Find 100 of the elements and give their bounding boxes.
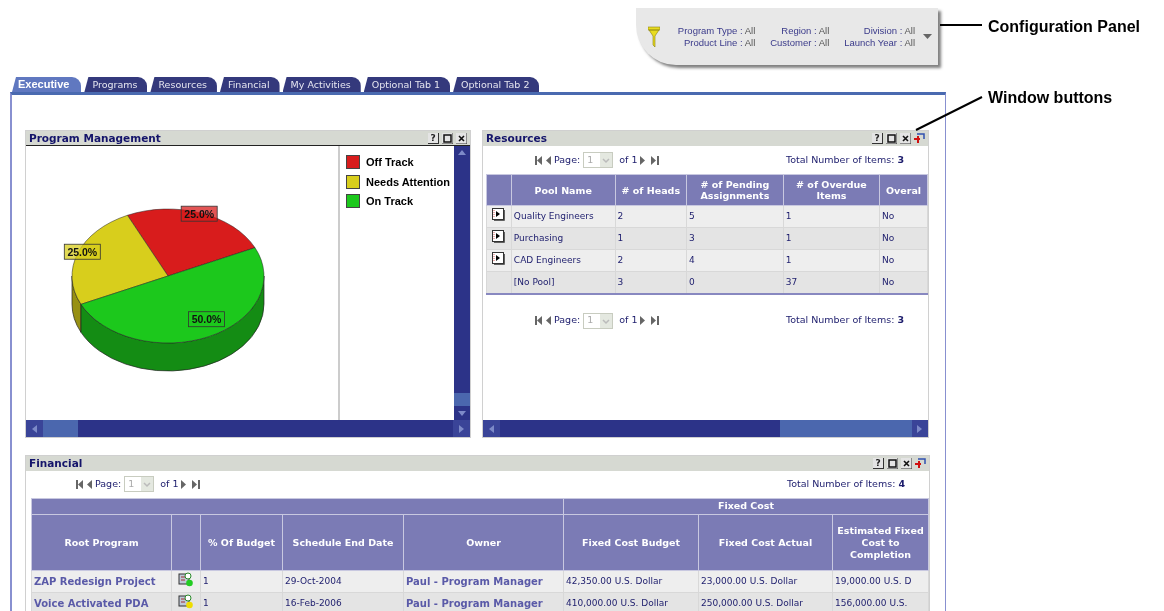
next-page-icon[interactable]	[181, 479, 187, 489]
scroll-right-icon[interactable]	[917, 424, 922, 433]
table-cell: Quality Engineers	[511, 205, 616, 228]
close-icon[interactable]	[900, 133, 911, 144]
filter-value: Customer : All	[769, 36, 830, 49]
table-cell: CAD Engineers	[511, 249, 616, 272]
column-header: Fixed Cost Budget	[563, 514, 699, 571]
vertical-scrollbar[interactable]	[454, 146, 470, 420]
value-label: 50.0%	[188, 311, 225, 328]
close-icon[interactable]	[901, 458, 912, 469]
filter-value: Launch Year : All	[843, 36, 915, 49]
table-cell: 37	[783, 271, 880, 294]
dropdown-caret-icon	[600, 153, 613, 167]
horizontal-scrollbar[interactable]	[483, 420, 928, 437]
column-header: Overal	[879, 174, 928, 206]
dropdown-caret-icon	[600, 313, 613, 328]
previous-page-icon[interactable]	[87, 479, 92, 489]
table-cell: 3	[615, 271, 687, 294]
filter-value: Division : All	[862, 24, 915, 37]
filter-value: Product Line : All	[683, 36, 756, 49]
scrollbar-thumb[interactable]	[43, 420, 78, 437]
last-page-icon[interactable]	[192, 479, 201, 489]
page-count: of 1	[619, 152, 638, 167]
previous-page-icon[interactable]	[546, 316, 551, 325]
dropdown-caret-icon[interactable]	[923, 34, 932, 39]
table-cell: 4	[686, 249, 784, 272]
total-items: Total Number of Items: 3	[786, 152, 904, 167]
column-header: # of Pending Assignments	[686, 174, 784, 206]
table-cell: 0	[686, 271, 784, 294]
table-cell: 29-Oct-2004	[282, 570, 404, 593]
table-cell: Purchasing	[511, 227, 616, 250]
next-page-icon[interactable]	[640, 155, 646, 165]
table-cell: 1	[783, 249, 880, 272]
filter-icon	[648, 25, 660, 48]
table-cell: 2	[615, 249, 687, 272]
scroll-left-icon[interactable]	[32, 424, 37, 433]
tab[interactable]: Optional Tab 2	[453, 77, 540, 92]
legend-label: Needs Attention	[366, 174, 450, 190]
panel-title: Financial	[29, 458, 83, 469]
configuration-panel[interactable]: Program Type : All Region : All Division : All Product Line : All Customer : All Launch Year : All	[636, 8, 938, 65]
table-cell: 5	[686, 205, 784, 228]
column-header: % Of Budget	[200, 514, 283, 571]
table-cell: 19,000.00 U.S. D	[832, 570, 929, 593]
next-page-icon[interactable]	[640, 316, 646, 325]
table-cell: 2	[615, 205, 687, 228]
page-count: of 1	[160, 476, 179, 491]
table-cell: No	[879, 249, 928, 272]
value-label: 25.0%	[63, 243, 101, 260]
maximize-icon[interactable]	[886, 133, 897, 144]
scroll-up-icon[interactable]	[458, 149, 466, 155]
details-icon[interactable]	[492, 207, 506, 221]
tab[interactable]: Financial	[219, 77, 280, 92]
help-button[interactable]: ?	[428, 132, 439, 144]
data-label: 25.0%	[67, 245, 98, 258]
column-header: Fixed Cost Actual	[698, 514, 833, 571]
scrollbar-thumb[interactable]	[780, 420, 912, 437]
legend-label: Off Track	[366, 155, 414, 170]
tab[interactable]: My Activities	[282, 77, 361, 92]
tab[interactable]: Executive	[12, 77, 82, 92]
scroll-down-icon[interactable]	[458, 410, 466, 416]
tab[interactable]: Optional Tab 1	[363, 77, 451, 92]
page-label: Page:	[554, 313, 581, 328]
last-page-icon[interactable]	[651, 316, 660, 325]
maximize-icon[interactable]	[887, 458, 898, 469]
column-header: # of Heads	[615, 174, 687, 206]
maximize-icon[interactable]	[442, 132, 453, 144]
dropdown-caret-icon	[141, 477, 154, 491]
panel-title: Program Management	[29, 132, 161, 144]
details-icon[interactable]	[492, 251, 506, 265]
pin-icon[interactable]	[914, 133, 925, 144]
help-button[interactable]: ?	[872, 133, 883, 144]
table-cell: 1	[615, 227, 687, 250]
leader-line	[939, 24, 983, 26]
column-header: # of Overdue Items	[783, 174, 880, 206]
scrollbar-thumb[interactable]	[454, 393, 470, 406]
scroll-right-icon[interactable]	[459, 424, 464, 433]
pin-icon[interactable]	[915, 458, 926, 469]
total-items: Total Number of Items: 3	[786, 313, 904, 328]
page-label: Page:	[554, 152, 581, 167]
first-page-icon[interactable]	[535, 155, 543, 165]
horizontal-scrollbar[interactable]	[26, 420, 470, 437]
leader-line	[915, 96, 983, 131]
last-page-icon[interactable]	[651, 155, 660, 165]
panel-title: Resources	[486, 133, 547, 144]
first-page-icon[interactable]	[535, 316, 543, 325]
legend-label: On Track	[366, 194, 414, 209]
scroll-left-icon[interactable]	[489, 424, 494, 433]
tab[interactable]: Programs	[84, 77, 148, 92]
first-page-icon[interactable]	[76, 479, 84, 489]
table-cell: 1	[783, 227, 880, 250]
tab[interactable]: Resources	[150, 77, 217, 92]
column-header: Owner	[403, 514, 564, 571]
page-label: Page:	[95, 476, 122, 491]
previous-page-icon[interactable]	[546, 155, 551, 165]
close-icon[interactable]	[456, 132, 467, 144]
table-cell: No	[879, 227, 928, 250]
details-icon[interactable]	[492, 229, 506, 243]
help-button[interactable]: ?	[873, 458, 884, 469]
data-label: 25.0%	[184, 207, 215, 220]
table-cell: 23,000.00 U.S. Dollar	[698, 570, 833, 593]
